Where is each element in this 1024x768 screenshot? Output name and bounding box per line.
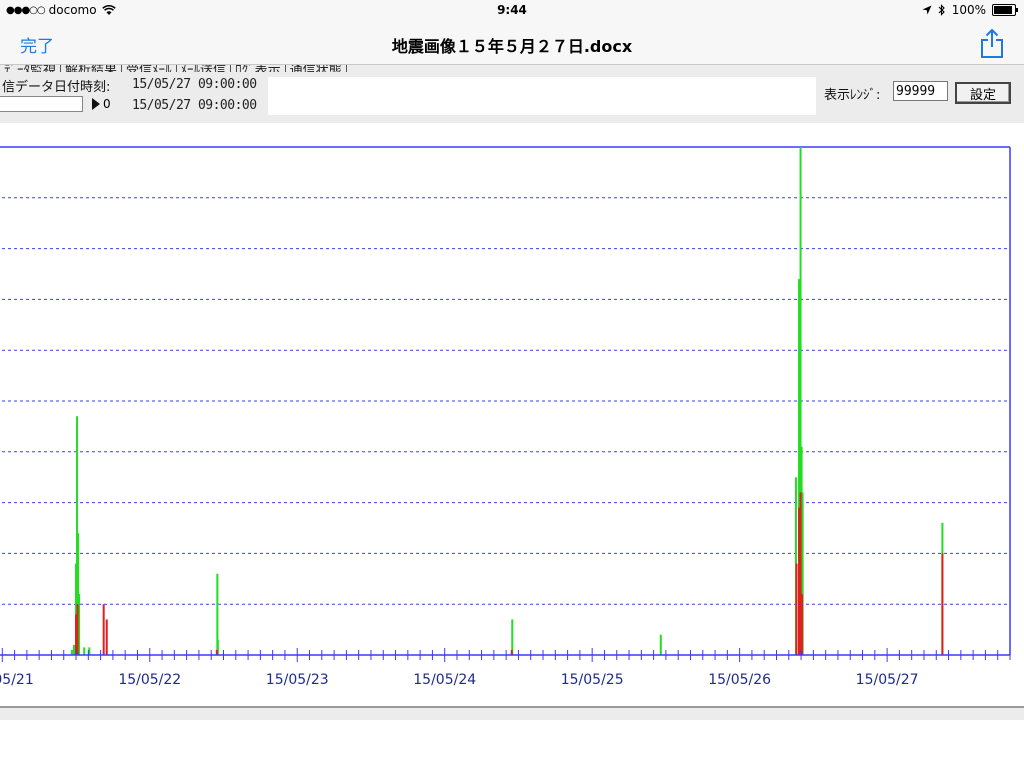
display-range-label: 表示ﾚﾝｼﾞ: (824, 88, 881, 103)
received-datetime-label: 信データ日付時刻: (2, 80, 111, 95)
x-tick-label: 15/05/23 (266, 672, 329, 688)
received-datetime-value: 15/05/27 09:00:00 (132, 77, 257, 92)
app-tab[interactable]: ﾃﾞｰﾀ監視 (0, 65, 62, 72)
app-tab-row: ﾃﾞｰﾀ監視解析結果受信ﾒｰﾙﾒｰﾙ送信ﾛｸﾞ表示通信状態 (0, 65, 450, 72)
app-tab[interactable]: 解析結果 (61, 65, 123, 72)
battery-percent: 100% (951, 3, 986, 17)
set-button[interactable]: 設定 (955, 82, 1011, 104)
document-title: 地震画像１５年５月２７日.docx (391, 37, 633, 56)
display-range-input[interactable] (893, 81, 948, 101)
slider-index: 0 (103, 97, 111, 111)
app-tab[interactable]: ﾒｰﾙ送信 (177, 65, 232, 72)
x-tick-label: 15/05/25 (561, 672, 624, 688)
slider-datetime: 15/05/27 09:00:00 (132, 98, 257, 113)
x-tick-label: 15/05/27 (856, 672, 919, 688)
bluetooth-icon (938, 4, 945, 16)
x-tick-label: 15/05/22 (118, 672, 181, 688)
play-icon[interactable] (92, 98, 100, 110)
app-tab[interactable]: 受信ﾒｰﾙ (122, 65, 177, 72)
location-arrow-icon (922, 5, 932, 15)
info-panel (268, 77, 816, 115)
app-tab[interactable]: ﾛｸﾞ表示 (231, 65, 286, 72)
status-bar: ●●●○○ docomo 9:44 100% (0, 0, 1024, 22)
x-tick-label: 15/05/26 (708, 672, 771, 688)
x-tick-label: 15/05/21 (0, 672, 34, 688)
chart-bottom-border (0, 706, 1024, 708)
app-tab[interactable]: 通信状態 (286, 65, 347, 72)
chart-area: 15/05/21 15/05/22 15/05/23 15/05/24 15/05/25… (0, 123, 1024, 707)
nav-bar: 完了 地震画像１５年５月２７日.docx (0, 22, 1024, 65)
x-tick-label: 15/05/24 (413, 672, 476, 688)
share-icon[interactable] (978, 27, 1006, 59)
seismic-chart: 15/05/21 15/05/22 15/05/23 15/05/24 15/05/25… (0, 146, 1011, 688)
time-slider[interactable] (0, 96, 83, 112)
status-time: 9:44 (497, 3, 527, 17)
battery-icon (992, 4, 1018, 16)
document-content: ﾃﾞｰﾀ監視解析結果受信ﾒｰﾙﾒｰﾙ送信ﾛｸﾞ表示通信状態 信データ日付時刻: … (0, 65, 1024, 720)
battery-fill (994, 6, 1012, 14)
